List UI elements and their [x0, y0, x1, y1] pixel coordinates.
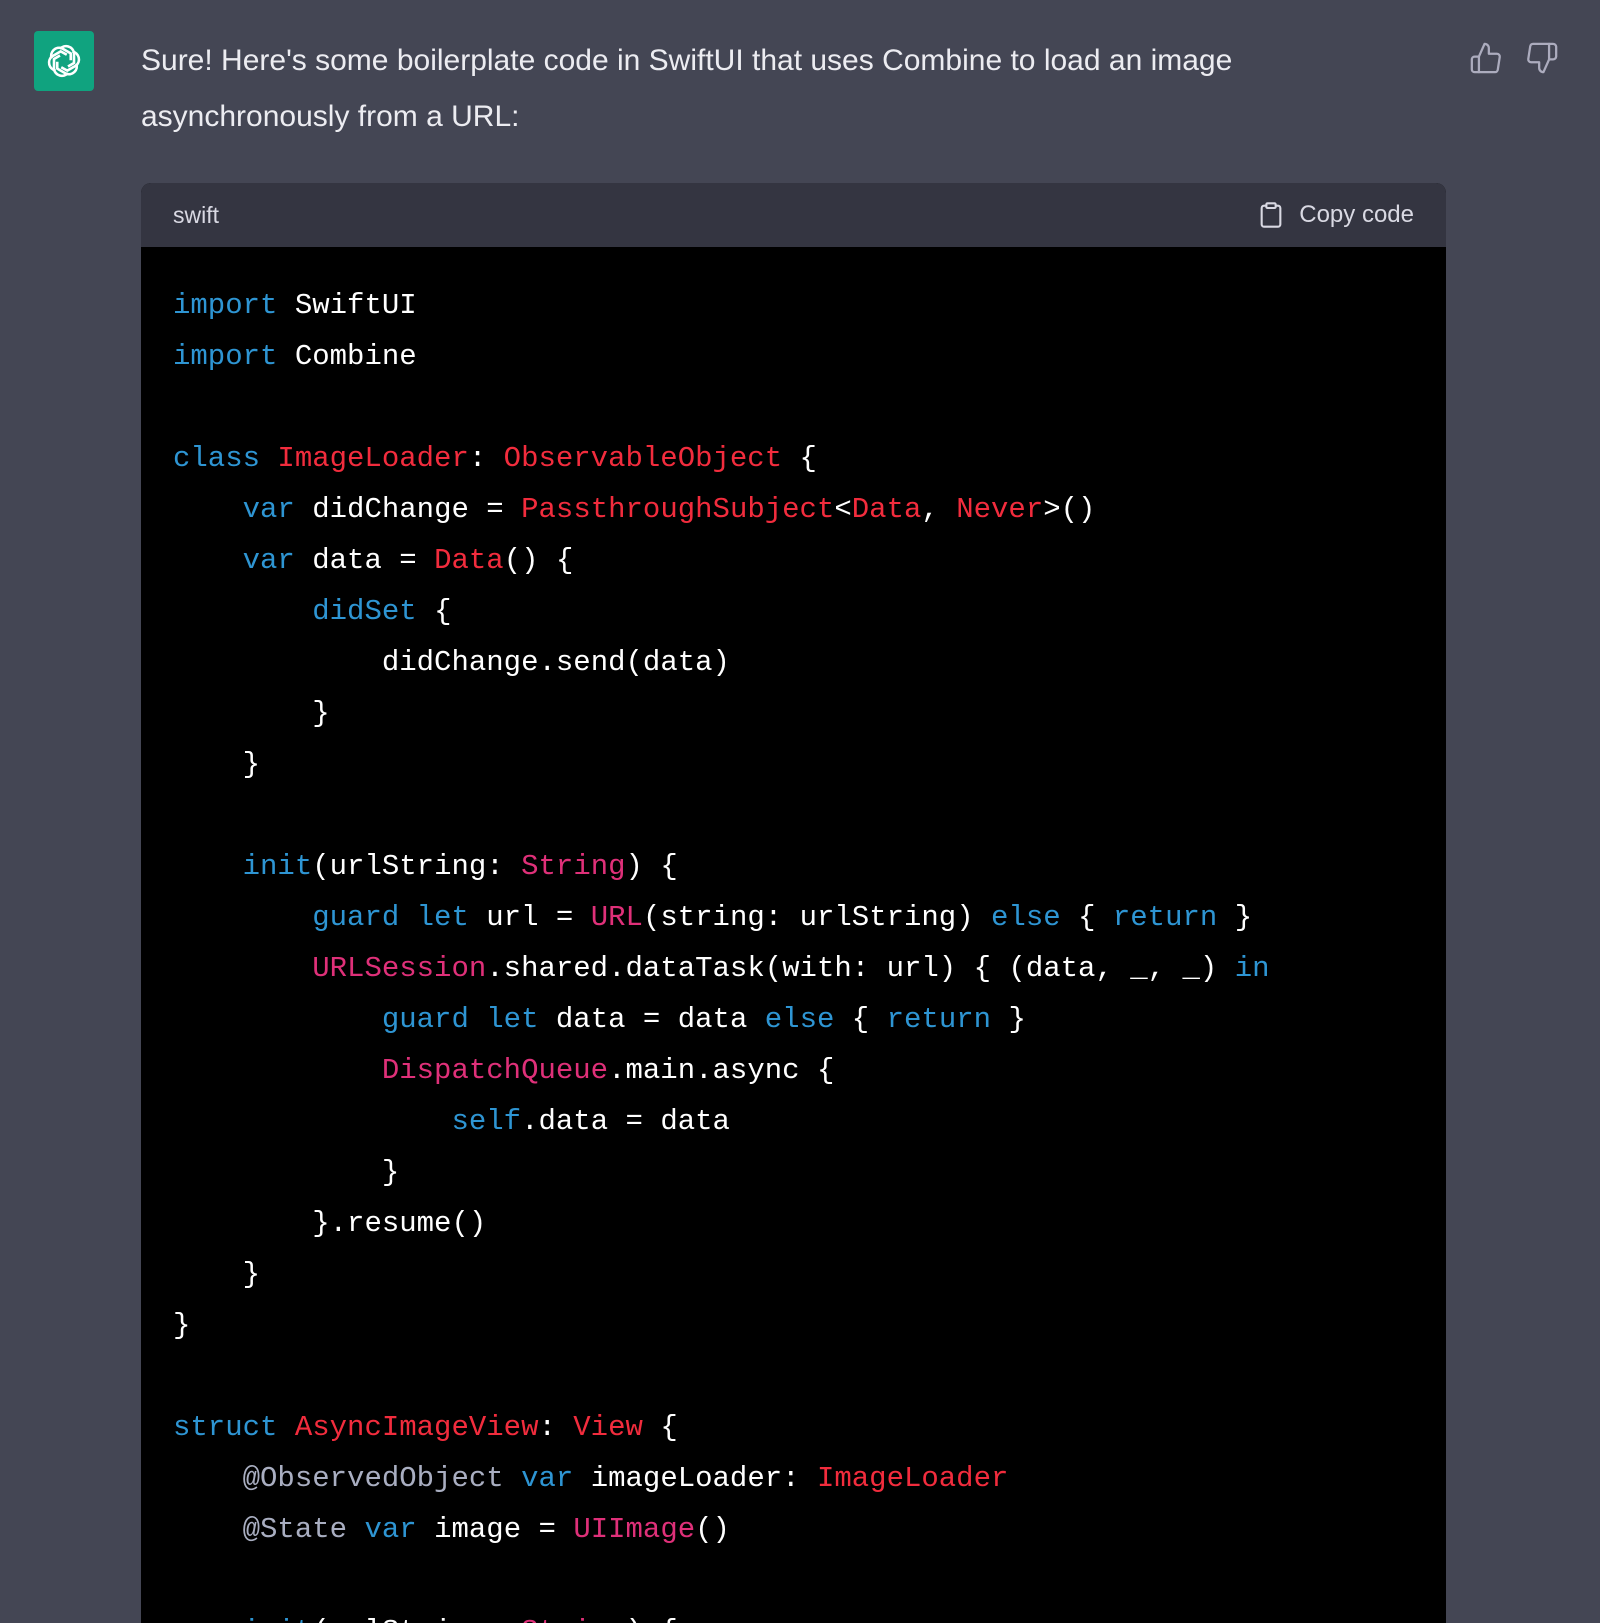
assistant-message: Sure! Here's some boilerplate code in Sw… [0, 0, 1600, 1623]
thumbs-down-button[interactable] [1522, 38, 1562, 78]
clipboard-icon [1260, 202, 1282, 228]
code-content: import SwiftUI import Combine class Imag… [141, 247, 1446, 1623]
thumbs-up-icon [1470, 42, 1501, 74]
openai-logo-icon [47, 44, 81, 78]
message-text: Sure! Here's some boilerplate code in Sw… [141, 44, 1233, 133]
thumbs-up-button[interactable] [1466, 38, 1506, 78]
assistant-avatar [34, 31, 94, 91]
copy-code-button[interactable]: Copy code [1257, 200, 1414, 230]
code-block: swift Copy code import SwiftUI import Co… [141, 183, 1446, 1623]
copy-code-label: Copy code [1299, 201, 1414, 228]
code-header: swift Copy code [141, 183, 1446, 247]
thumbs-down-icon [1527, 42, 1558, 74]
code-language-label: swift [173, 201, 219, 228]
swift-code: import SwiftUI import Combine class Imag… [173, 289, 1270, 1623]
